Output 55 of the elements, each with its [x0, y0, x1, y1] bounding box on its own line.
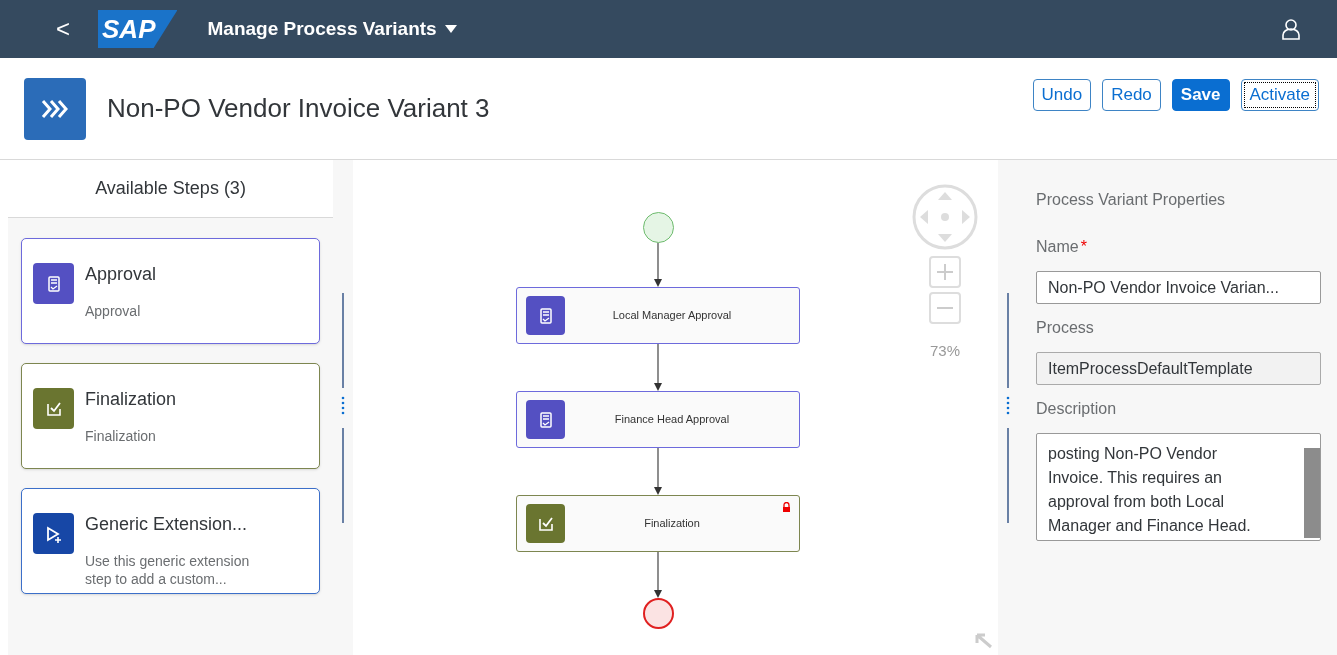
- toolbar-button[interactable]: Activate: [1240, 78, 1319, 111]
- connector-arrow: [653, 552, 663, 598]
- panel-title: Process Variant Properties: [1036, 190, 1227, 210]
- process-step-node[interactable]: Local Manager Approval: [516, 287, 800, 344]
- document-check-icon: [526, 296, 565, 335]
- back-button[interactable]: <: [56, 17, 70, 41]
- page-title: Non-PO Vendor Invoice Variant 3: [107, 92, 490, 125]
- step-description: Approval: [85, 302, 142, 320]
- app-title-menu[interactable]: Manage Process Variants: [207, 14, 457, 44]
- step-title: Generic Extension...: [85, 513, 249, 536]
- checkbox-icon: [33, 388, 74, 429]
- process-step-node[interactable]: Finance Head Approval: [516, 391, 800, 448]
- document-check-icon: [33, 263, 74, 304]
- field-label: Name: [1036, 237, 1079, 257]
- start-event[interactable]: [642, 212, 674, 243]
- toolbar-button[interactable]: Save: [1171, 78, 1230, 111]
- step-title: Approval: [85, 263, 158, 286]
- pan-control[interactable]: [912, 184, 978, 250]
- play-plus-icon: [33, 513, 74, 554]
- expand-arrow-icon[interactable]: [975, 633, 993, 649]
- end-event[interactable]: [642, 598, 674, 629]
- document-check-icon: [526, 400, 565, 439]
- caret-icon: [444, 25, 457, 33]
- step-card[interactable]: Generic Extension... Use this generic extension step to add a custom...: [21, 488, 320, 594]
- sap-logo: SAP: [98, 10, 178, 48]
- node-label: Finalization: [643, 516, 701, 532]
- splitter-handle[interactable]: [1005, 292, 1011, 523]
- description-text: posting Non-PO Vendor Invoice. This requires an approval from both Local Manager and Finance Head.: [1048, 444, 1252, 536]
- connector-arrow: [653, 243, 663, 287]
- required-mark: *: [1080, 237, 1087, 257]
- zoom-out-icon[interactable]: [929, 292, 961, 324]
- object-icon: [24, 77, 86, 140]
- step-card[interactable]: Approval Approval: [21, 238, 320, 344]
- step-card[interactable]: Finalization Finalization: [21, 363, 320, 469]
- connector-arrow: [653, 448, 663, 495]
- connector-arrow: [653, 344, 663, 391]
- checkbox-icon: [526, 504, 565, 543]
- description-field[interactable]: posting Non-PO Vendor Invoice. This requires an approval from both Local Manager and Finance Head.: [1036, 433, 1321, 541]
- zoom-in-icon[interactable]: [929, 256, 961, 288]
- toolbar-button[interactable]: Undo: [1032, 78, 1092, 111]
- node-label: Finance Head Approval: [613, 412, 731, 428]
- scrollbar-thumb[interactable]: [1304, 448, 1320, 538]
- text-field[interactable]: Non-PO Vendor Invoice Varian...: [1036, 271, 1321, 304]
- zoom-level: 73%: [930, 341, 960, 361]
- splitter-handle[interactable]: [340, 292, 346, 523]
- toolbar-button[interactable]: Redo: [1102, 78, 1161, 111]
- node-label: Local Manager Approval: [611, 308, 733, 324]
- user-icon[interactable]: [1281, 18, 1301, 40]
- field-label: Process: [1036, 318, 1094, 338]
- panel-title: Available Steps (3): [95, 177, 246, 200]
- process-step-node[interactable]: Finalization: [516, 495, 800, 552]
- step-description: Use this generic extension step to add a custom...: [85, 552, 251, 588]
- field-label: Description: [1036, 399, 1117, 419]
- step-title: Finalization: [85, 388, 178, 411]
- step-description: Finalization: [85, 427, 157, 445]
